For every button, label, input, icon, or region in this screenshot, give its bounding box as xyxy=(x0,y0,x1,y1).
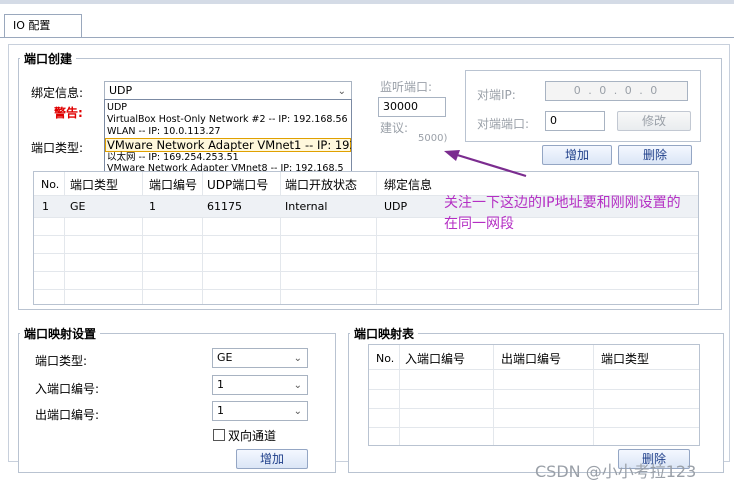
out-port-select[interactable]: 1 ⌄ xyxy=(212,401,308,421)
port-table: No. 端口类型 端口编号 UDP端口号 端口开放状态 绑定信息 1 GE 1 … xyxy=(33,171,699,305)
table-cell-udp: 61175 xyxy=(207,200,242,213)
table-cell-bind: UDP xyxy=(384,200,408,213)
table-cell-status: Internal xyxy=(285,200,328,213)
in-port-label: 入端口编号: xyxy=(35,382,100,396)
port-table-header-no: No. xyxy=(41,178,60,191)
peer-ip-input[interactable]: 0 . 0 . 0 . 0 xyxy=(545,81,688,101)
add-mapping-button[interactable]: 增加 xyxy=(236,449,308,469)
mapping-header-no: No. xyxy=(376,352,395,365)
watermark-text: CSDN @小小考拉123 xyxy=(535,462,697,481)
suggest-label: 建议: xyxy=(380,121,409,135)
checkbox-icon[interactable] xyxy=(213,429,225,441)
listen-port-input[interactable]: 30000 xyxy=(378,97,446,117)
warning-label: 警告: xyxy=(54,106,83,120)
peer-ip-label: 对端IP: xyxy=(477,88,516,102)
mapping-port-type-label: 端口类型: xyxy=(35,354,88,368)
bind-info-select[interactable]: UDP ⌄ xyxy=(104,81,352,101)
port-create-title: 端口创建 xyxy=(20,50,77,67)
peer-port-input[interactable]: 0 xyxy=(545,111,605,131)
in-port-value: 1 xyxy=(217,378,224,391)
dropdown-option[interactable]: VirtualBox Host-Only Network #2 -- IP: 1… xyxy=(107,114,348,125)
tab-io-config[interactable]: IO 配置 xyxy=(4,14,82,38)
mapping-header-type: 端口类型 xyxy=(601,352,650,366)
chevron-down-icon: ⌄ xyxy=(293,406,302,417)
chevron-down-icon: ⌄ xyxy=(293,380,302,391)
mapping-header-in: 入端口编号 xyxy=(405,352,466,366)
bind-info-dropdown-list: UDP VirtualBox Host-Only Network #2 -- I… xyxy=(104,99,352,175)
port-table-header-udp: UDP端口号 xyxy=(207,178,269,192)
mapping-port-type-select[interactable]: GE ⌄ xyxy=(212,348,308,368)
window-top-bar xyxy=(0,0,734,4)
dropdown-option-selected[interactable]: VMware Network Adapter VMnet1 -- IP: 192… xyxy=(105,138,351,152)
listen-port-label: 监听端口: xyxy=(380,80,433,94)
port-type-label: 端口类型: xyxy=(31,141,84,155)
out-port-value: 1 xyxy=(217,404,224,417)
port-table-header-number: 端口编号 xyxy=(149,178,198,192)
bind-info-value: UDP xyxy=(109,84,133,97)
annotation-text-line2: 在同一网段 xyxy=(444,216,514,232)
dropdown-option[interactable]: UDP xyxy=(107,102,127,113)
port-table-header-bind: 绑定信息 xyxy=(384,178,433,192)
tab-divider xyxy=(0,37,734,38)
table-cell-number: 1 xyxy=(149,200,156,213)
chevron-down-icon: ⌄ xyxy=(293,353,302,364)
port-table-header-type: 端口类型 xyxy=(70,178,119,192)
arrow-annotation-icon xyxy=(444,150,527,178)
add-port-button[interactable]: 增加 xyxy=(542,145,612,165)
peer-port-label: 对端端口: xyxy=(477,117,530,131)
chevron-down-icon: ⌄ xyxy=(337,86,346,97)
annotation-text-line1: 关注一下这边的IP地址要和刚刚设置的 xyxy=(444,195,681,211)
bidirectional-label: 双向通道 xyxy=(228,429,277,443)
table-cell-no: 1 xyxy=(42,200,49,213)
mapping-header-out: 出端口编号 xyxy=(501,352,562,366)
mapping-table-title: 端口映射表 xyxy=(350,325,419,342)
bind-info-label: 绑定信息: xyxy=(31,86,84,100)
port-table-header-status: 端口开放状态 xyxy=(285,178,358,192)
mapping-table: No. 入端口编号 出端口编号 端口类型 xyxy=(368,344,700,446)
port-mapping-title: 端口映射设置 xyxy=(20,325,101,342)
suggest-range: 5000) xyxy=(418,133,448,144)
dropdown-option[interactable]: 以太网 -- IP: 169.254.253.51 xyxy=(107,152,239,163)
out-port-label: 出端口编号: xyxy=(35,408,100,422)
table-cell-type: GE xyxy=(70,200,86,213)
mapping-port-type-value: GE xyxy=(217,351,233,364)
in-port-select[interactable]: 1 ⌄ xyxy=(212,375,308,395)
delete-port-button[interactable]: 删除 xyxy=(618,145,692,165)
dropdown-option[interactable]: WLAN -- IP: 10.0.113.27 xyxy=(107,126,221,137)
modify-button[interactable]: 修改 xyxy=(617,111,691,131)
